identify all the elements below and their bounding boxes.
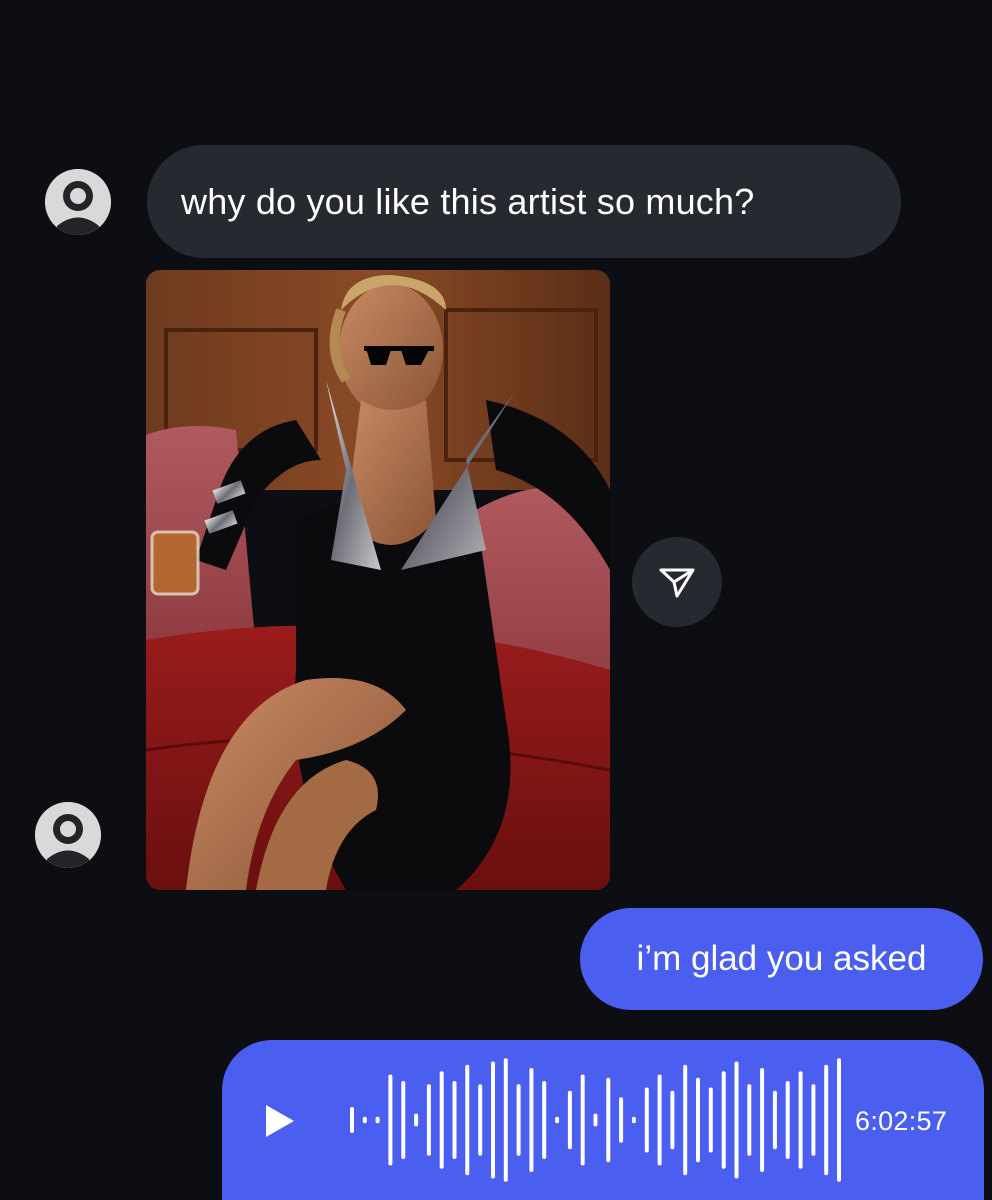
waveform-bar [837,1058,841,1182]
waveform-bar [670,1090,675,1150]
waveform-bar [426,1084,431,1156]
waveform-bar [747,1084,752,1156]
waveform-bar [824,1064,829,1176]
waveform-bar [811,1084,816,1156]
waveform-bar [619,1097,624,1143]
waveform-bar [734,1061,739,1179]
outgoing-message-text: i’m glad you asked [636,939,927,978]
waveform-bar [708,1087,713,1153]
waveform-bar [683,1064,688,1176]
waveform-bar [555,1116,560,1124]
default-avatar-icon [35,802,101,868]
waveform-bar [593,1113,598,1127]
shared-photo[interactable] [146,270,610,890]
send-icon [659,568,695,598]
share-button[interactable] [632,537,722,627]
photo-image [146,270,610,890]
voice-waveform[interactable] [342,1040,852,1200]
waveform-bar [529,1068,534,1172]
waveform-bar [785,1081,790,1159]
waveform-bar [362,1116,367,1124]
waveform-bar [350,1107,354,1133]
voice-duration: 6:02:57 [855,1106,948,1136]
sender-avatar[interactable] [45,169,111,235]
waveform-bar [631,1116,636,1124]
waveform-bar [772,1090,777,1150]
waveform-bar [644,1087,649,1153]
waveform-bar [375,1116,380,1124]
waveform-bar [542,1081,547,1159]
waveform-bar [491,1061,495,1179]
waveform-bar [465,1064,470,1176]
voice-message-bubble[interactable]: 6:02:57 [222,1040,984,1200]
waveform-bar [439,1071,444,1169]
waveform-bar [414,1113,419,1127]
waveform-bar [657,1074,662,1166]
waveform-bar [401,1081,406,1159]
waveform-bar [798,1071,803,1169]
waveform-bar [696,1077,700,1163]
waveform-bar [760,1068,765,1172]
waveform-bar [478,1084,483,1156]
sender-avatar-2[interactable] [35,802,101,868]
waveform-bar [452,1081,457,1159]
waveform-bar [516,1084,521,1156]
incoming-message-bubble[interactable]: why do you like this artist so much? [147,145,901,258]
outgoing-message-bubble[interactable]: i’m glad you asked [580,908,983,1010]
waveform-bar [721,1071,726,1169]
play-icon[interactable] [266,1105,294,1137]
waveform-bar [388,1074,393,1166]
waveform-bar [580,1074,585,1166]
waveform-bar [606,1077,611,1163]
waveform-bar [503,1058,508,1182]
waveform-bar [567,1090,572,1150]
default-avatar-icon [45,169,111,235]
incoming-message-text: why do you like this artist so much? [181,180,755,222]
